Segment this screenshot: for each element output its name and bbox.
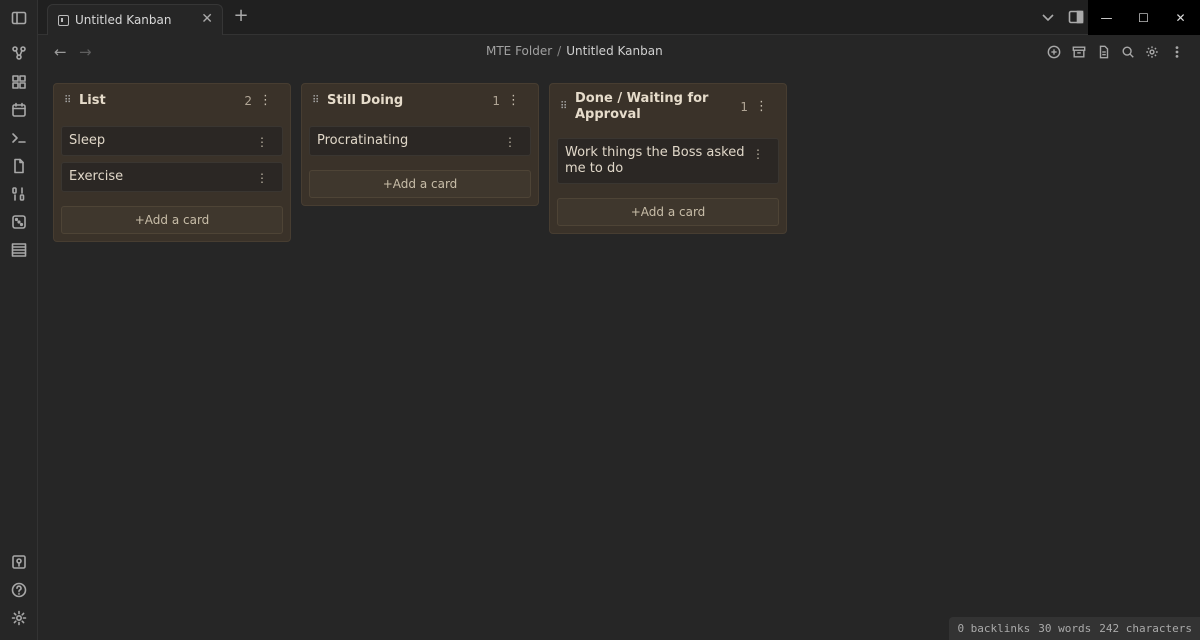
tab-untitled-kanban[interactable]: Untitled Kanban ✕ [47, 4, 223, 35]
lane-count: 1 [492, 94, 500, 108]
graph-view-icon[interactable] [9, 43, 29, 63]
character-count: 242 characters [1099, 622, 1192, 635]
tab-close-icon[interactable]: ✕ [201, 11, 213, 27]
sidebar-toggle-icon[interactable] [9, 8, 29, 28]
card-text: Exercise [69, 169, 124, 184]
back-arrow-icon[interactable]: ← [54, 43, 67, 61]
lane-menu-icon[interactable]: ⋮ [259, 93, 272, 108]
lane-count: 1 [740, 100, 748, 114]
card-procratinating[interactable]: Procratinating ⋮ [309, 126, 531, 156]
breadcrumb-file[interactable]: Untitled Kanban [566, 44, 662, 58]
lane-count: 2 [244, 94, 252, 108]
settings-icon[interactable] [9, 608, 29, 628]
breadcrumb-folder[interactable]: MTE Folder [486, 44, 552, 58]
card-work-things[interactable]: Work things the Boss asked me to do ⋮ [557, 138, 779, 184]
more-options-icon[interactable] [1169, 44, 1185, 60]
right-sidebar-toggle-icon[interactable] [1067, 8, 1085, 26]
lane-title[interactable]: Done / Waiting for Approval [575, 91, 725, 123]
card-text: Sleep [69, 133, 106, 148]
add-card-button[interactable]: +Add a card [61, 206, 283, 234]
calendar-icon[interactable] [9, 100, 29, 120]
tab-label: Untitled Kanban [75, 13, 172, 27]
markdown-view-icon[interactable] [1096, 44, 1112, 60]
window-controls: — ☐ ✕ [1088, 0, 1200, 35]
lane-header: ⠿ Still Doing 1 ⋮ [302, 84, 538, 118]
lane-still-doing: ⠿ Still Doing 1 ⋮ Procratinating ⋮ +Add … [301, 83, 539, 206]
file-icon[interactable] [9, 156, 29, 176]
table-icon[interactable] [9, 240, 29, 260]
left-ribbon [0, 0, 38, 640]
help-icon[interactable] [9, 580, 29, 600]
add-list-icon[interactable] [1046, 44, 1062, 60]
binary-icon[interactable] [9, 184, 29, 204]
dice-icon[interactable] [9, 212, 29, 232]
card-exercise[interactable]: Exercise ⋮ [61, 162, 283, 192]
minimize-button[interactable]: — [1088, 0, 1125, 35]
card-menu-icon[interactable]: ⋮ [256, 134, 268, 150]
maximize-button[interactable]: ☐ [1125, 0, 1162, 35]
card-menu-icon[interactable]: ⋮ [752, 146, 764, 162]
card-text: Procratinating [317, 133, 409, 148]
breadcrumb-separator: / [557, 44, 562, 58]
lane-title[interactable]: Still Doing [327, 93, 477, 109]
tab-list-chevron-icon[interactable] [1039, 8, 1057, 26]
archive-icon[interactable] [1071, 44, 1087, 60]
kanban-icon [58, 14, 69, 26]
card-sleep[interactable]: Sleep ⋮ [61, 126, 283, 156]
status-bar: 0 backlinks 30 words 242 characters [949, 617, 1200, 640]
canvas-icon[interactable] [9, 72, 29, 92]
lane-list: ⠿ List 2 ⋮ Sleep ⋮ Exercise ⋮ +Add a car… [53, 83, 291, 242]
lane-header: ⠿ Done / Waiting for Approval 1 ⋮ [550, 84, 786, 130]
card-menu-icon[interactable]: ⋮ [256, 170, 268, 186]
drag-handle-icon[interactable]: ⠿ [312, 96, 320, 106]
forward-arrow-icon[interactable]: → [79, 43, 92, 61]
lane-done-waiting: ⠿ Done / Waiting for Approval 1 ⋮ Work t… [549, 83, 787, 234]
breadcrumb: MTE Folder / Untitled Kanban [486, 44, 663, 58]
backlinks-count[interactable]: 0 backlinks [957, 622, 1030, 635]
drag-handle-icon[interactable]: ⠿ [64, 96, 72, 106]
lane-menu-icon[interactable]: ⋮ [507, 93, 520, 108]
vault-icon[interactable] [9, 552, 29, 572]
close-button[interactable]: ✕ [1162, 0, 1199, 35]
lane-menu-icon[interactable]: ⋮ [755, 99, 768, 114]
card-text: Work things the Boss asked me to do [565, 145, 745, 176]
board-settings-icon[interactable] [1144, 44, 1160, 60]
card-menu-icon[interactable]: ⋮ [504, 134, 516, 150]
drag-handle-icon[interactable]: ⠿ [560, 102, 568, 112]
lane-title[interactable]: List [79, 93, 229, 109]
search-icon[interactable] [1120, 44, 1136, 60]
word-count: 30 words [1038, 622, 1092, 635]
new-tab-button[interactable]: + [231, 7, 251, 27]
add-card-button[interactable]: +Add a card [309, 170, 531, 198]
terminal-icon[interactable] [9, 128, 29, 148]
view-header: ← → MTE Folder / Untitled Kanban [38, 36, 1200, 68]
lane-header: ⠿ List 2 ⋮ [54, 84, 290, 118]
add-card-button[interactable]: +Add a card [557, 198, 779, 226]
title-bar: Untitled Kanban ✕ + — ☐ ✕ [38, 0, 1200, 35]
